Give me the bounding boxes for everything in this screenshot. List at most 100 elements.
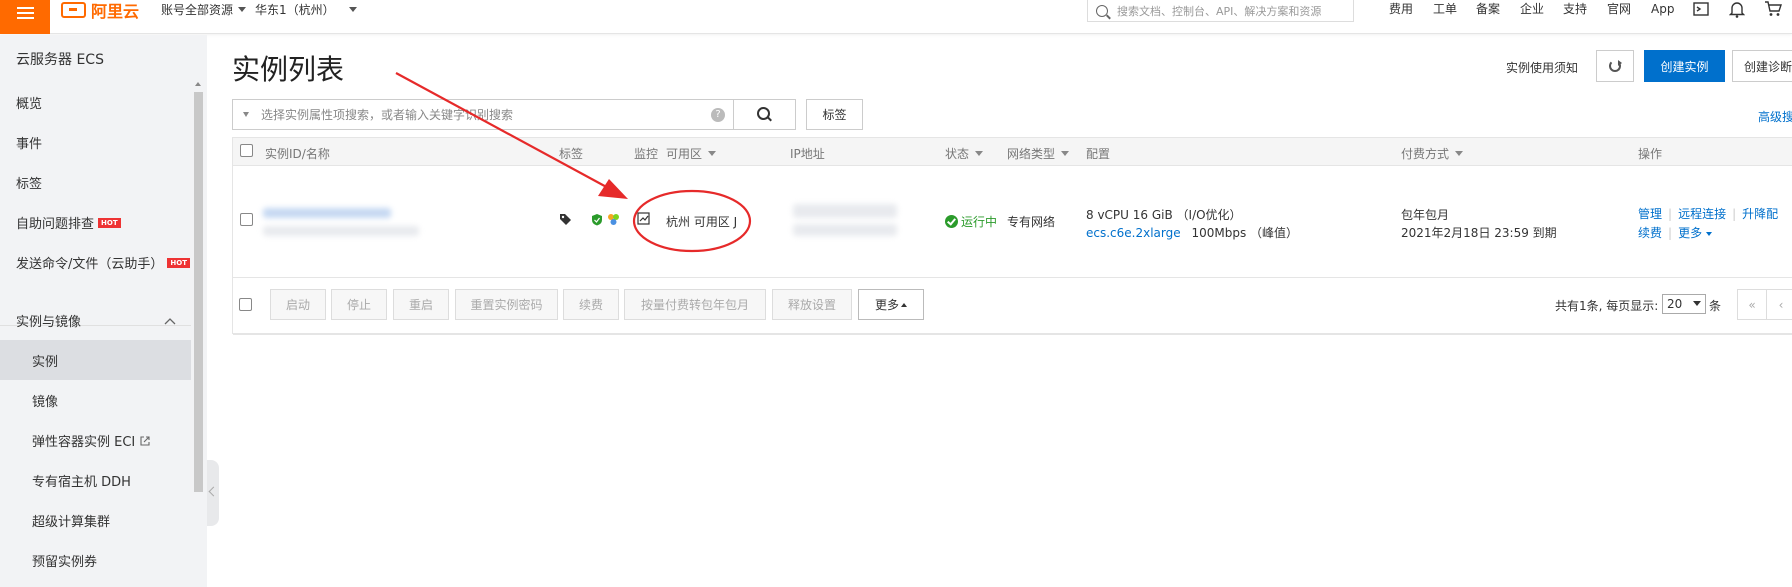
sidebar-item-self-diagnosis[interactable]: 自助问题排查 HOT xyxy=(16,213,121,232)
top-link-enterprise[interactable]: 企业 xyxy=(1520,0,1544,17)
start-button[interactable]: 启动 xyxy=(270,289,326,320)
config-detail: ecs.c6e.2xlarge 100Mbps （峰值） xyxy=(1086,224,1298,241)
hot-badge: HOT xyxy=(98,217,121,228)
scroll-up-arrow-icon[interactable] xyxy=(195,82,201,86)
sidebar-item-overview[interactable]: 概览 xyxy=(16,93,42,112)
sidebar-item-eci[interactable]: 弹性容器实例 ECI xyxy=(32,431,151,450)
stop-button[interactable]: 停止 xyxy=(331,289,387,320)
instance-search-placeholder: 选择实例属性项搜索，或者输入关键字识别搜索 xyxy=(261,108,514,122)
page-size-value: 20 xyxy=(1667,297,1683,311)
help-icon[interactable]: ? xyxy=(711,108,725,122)
change-config-link[interactable]: 升降配 xyxy=(1742,207,1778,221)
col-status[interactable]: 状态 xyxy=(945,145,984,162)
tag-icon[interactable] xyxy=(559,213,572,225)
chevron-down-icon xyxy=(1693,301,1701,306)
top-link-icp[interactable]: 备案 xyxy=(1476,0,1500,17)
col-zone-label: 可用区 xyxy=(666,147,703,161)
release-settings-button[interactable]: 释放设置 xyxy=(772,289,852,320)
instance-search-input[interactable]: 选择实例属性项搜索，或者输入关键字识别搜索 ? xyxy=(232,99,734,130)
search-button[interactable] xyxy=(733,99,796,130)
menu-icon[interactable] xyxy=(0,0,50,34)
aliyun-logo[interactable]: 阿里云 xyxy=(61,0,140,21)
reset-password-button[interactable]: 重置实例密码 xyxy=(455,289,558,320)
pager-total: 共有1条, 每页显示: xyxy=(1555,299,1659,313)
global-search-input[interactable]: 搜索文档、控制台、API、解决方案和资源 xyxy=(1087,0,1354,22)
logo-text: 阿里云 xyxy=(91,2,140,21)
convert-billing-button[interactable]: 按量付费转包年包月 xyxy=(624,289,766,320)
batch-more-button[interactable]: 更多 xyxy=(858,289,924,320)
region-dropdown[interactable]: 华东1（杭州） xyxy=(255,0,357,18)
sidebar-item-images[interactable]: 镜像 xyxy=(32,391,58,410)
sidebar-item-tags[interactable]: 标签 xyxy=(16,173,42,192)
prev-page-button[interactable]: ‹ xyxy=(1766,289,1792,320)
sidebar-item-label: 事件 xyxy=(16,137,43,152)
instance-id-redacted[interactable] xyxy=(263,208,391,218)
table-header: 实例ID/名称 标签 监控 可用区 IP地址 状态 网络类型 配置 付费方式 操… xyxy=(233,138,1792,166)
chevron-down-icon xyxy=(1455,151,1464,156)
col-status-label: 状态 xyxy=(945,147,970,161)
page-title: 实例列表 xyxy=(232,53,345,86)
row-checkbox[interactable] xyxy=(240,213,253,226)
separator: | xyxy=(1668,207,1673,221)
sidebar-item-ddh[interactable]: 专有宿主机 DDH xyxy=(32,471,131,490)
col-ip: IP地址 xyxy=(790,147,825,161)
top-link-app[interactable]: App xyxy=(1651,0,1674,17)
page-size-select[interactable]: 20 xyxy=(1662,294,1706,314)
table-footer-divider xyxy=(233,334,1792,335)
sidebar-group-instances-images[interactable]: 实例与镜像 xyxy=(16,311,176,330)
sidebar-item-label: 弹性容器实例 ECI xyxy=(32,435,136,450)
bell-icon[interactable] xyxy=(1729,1,1745,18)
sidebar-item-reserved-instances[interactable]: 预留实例券 xyxy=(32,551,97,570)
sidebar-item-label: 镜像 xyxy=(32,395,59,410)
col-zone[interactable]: 可用区 xyxy=(666,145,717,162)
remote-connect-link[interactable]: 远程连接 xyxy=(1678,207,1726,221)
restart-button[interactable]: 重启 xyxy=(393,289,449,320)
zone-value: 杭州 可用区 J xyxy=(666,215,738,229)
batch-more-label: 更多 xyxy=(874,298,899,312)
monitor-chart-icon[interactable] xyxy=(637,212,650,225)
config-spec-value: 8 vCPU 16 GiB （I/O优化） xyxy=(1086,208,1242,222)
instance-name-redacted xyxy=(263,226,419,236)
sidebar-item-instances[interactable]: 实例 xyxy=(32,351,58,370)
scrollbar-thumb[interactable] xyxy=(194,92,203,492)
cart-icon[interactable] xyxy=(1764,1,1782,17)
terminal-icon[interactable] xyxy=(1693,1,1709,17)
col-billing[interactable]: 付费方式 xyxy=(1401,145,1464,162)
cloud-monitor-icon[interactable] xyxy=(607,213,620,226)
sidebar-item-events[interactable]: 事件 xyxy=(16,133,42,152)
renew-link[interactable]: 续费 xyxy=(1638,226,1662,240)
more-actions-link[interactable]: 更多 xyxy=(1678,226,1713,240)
security-shield-icon[interactable] xyxy=(591,213,603,226)
tag-filter-button[interactable]: 标签 xyxy=(806,99,863,130)
chevron-up-icon xyxy=(164,317,176,324)
advanced-search-link[interactable]: 高级搜索 xyxy=(1758,108,1792,125)
create-diagnosis-button[interactable]: 创建诊断 xyxy=(1732,50,1792,82)
batch-select-checkbox[interactable] xyxy=(239,298,252,311)
first-page-button[interactable]: « xyxy=(1737,289,1767,320)
chevron-down-icon xyxy=(708,151,717,156)
instance-notice-link[interactable]: 实例使用须知 xyxy=(1506,59,1578,76)
manage-link[interactable]: 管理 xyxy=(1638,207,1662,221)
col-network[interactable]: 网络类型 xyxy=(1007,145,1070,162)
refresh-icon xyxy=(1609,60,1622,72)
account-scope-dropdown[interactable]: 账号全部资源 xyxy=(161,0,247,18)
top-link-billing[interactable]: 费用 xyxy=(1389,0,1413,17)
sidebar-item-label: 自助问题排查 xyxy=(16,217,95,232)
sidebar-item-cloud-assistant[interactable]: 发送命令/文件（云助手） HOT xyxy=(16,253,190,272)
sidebar-item-scc[interactable]: 超级计算集群 xyxy=(32,511,110,530)
top-link-support[interactable]: 支持 xyxy=(1563,0,1587,17)
bandwidth-value: 100Mbps （峰值） xyxy=(1191,226,1299,240)
instance-type-link[interactable]: ecs.c6e.2xlarge xyxy=(1086,226,1181,240)
sidebar-collapse-toggle[interactable] xyxy=(207,460,219,526)
region-label: 华东1（杭州） xyxy=(255,2,335,17)
renew-button[interactable]: 续费 xyxy=(563,289,619,320)
col-network-label: 网络类型 xyxy=(1007,147,1056,161)
select-all-checkbox[interactable] xyxy=(240,144,253,157)
top-link-ticket[interactable]: 工单 xyxy=(1433,0,1457,17)
create-instance-button[interactable]: 创建实例 xyxy=(1644,50,1725,82)
sidebar-scrollbar[interactable] xyxy=(193,80,204,587)
top-link-official-site[interactable]: 官网 xyxy=(1607,0,1631,17)
filter-dropdown-icon[interactable] xyxy=(243,112,249,117)
refresh-button[interactable] xyxy=(1596,50,1634,82)
chevron-down-icon xyxy=(1061,151,1070,156)
